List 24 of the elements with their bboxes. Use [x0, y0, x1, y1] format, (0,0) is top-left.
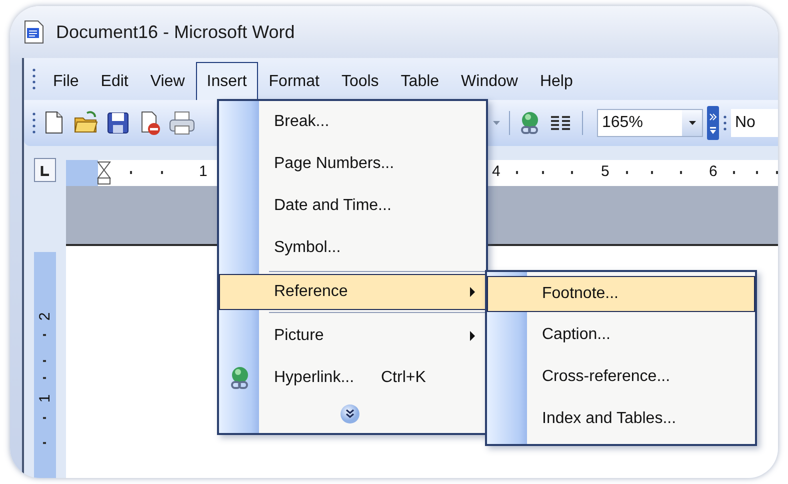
window-title: Document16 - Microsoft Word — [56, 22, 295, 42]
menu-item[interactable]: Tools — [330, 62, 390, 100]
menu-item[interactable]: Format — [258, 62, 330, 100]
zoom-field[interactable]: 165% — [597, 109, 703, 137]
menu-item[interactable]: Reference — [219, 274, 486, 310]
menu-item[interactable]: Insert — [196, 62, 258, 100]
menu-item[interactable]: File — [42, 62, 90, 100]
menu-item[interactable]: Edit — [90, 62, 140, 100]
ruler-number: 1 — [36, 393, 54, 405]
menu-item[interactable]: Index and Tables... — [487, 398, 755, 440]
menu-item[interactable]: Table — [390, 62, 450, 100]
menu-item[interactable]: Help — [528, 62, 584, 100]
menu-item[interactable]: Cross-reference... — [487, 356, 755, 398]
style-field[interactable]: No — [731, 109, 778, 137]
menu-item[interactable]: Date and Time... — [219, 185, 486, 227]
menu-item[interactable]: Picture — [219, 315, 486, 357]
menu-item[interactable]: Caption... — [487, 314, 755, 356]
menu-item[interactable]: View — [139, 62, 196, 100]
menu-item[interactable]: Footnote... — [487, 276, 755, 312]
menu-item[interactable]: Symbol... — [219, 227, 486, 269]
menu-item[interactable]: Page Numbers... — [219, 143, 486, 185]
menu-item[interactable]: Window — [450, 62, 529, 100]
menu-item[interactable]: Break... — [219, 101, 486, 143]
ruler-number: 2 — [36, 311, 54, 323]
